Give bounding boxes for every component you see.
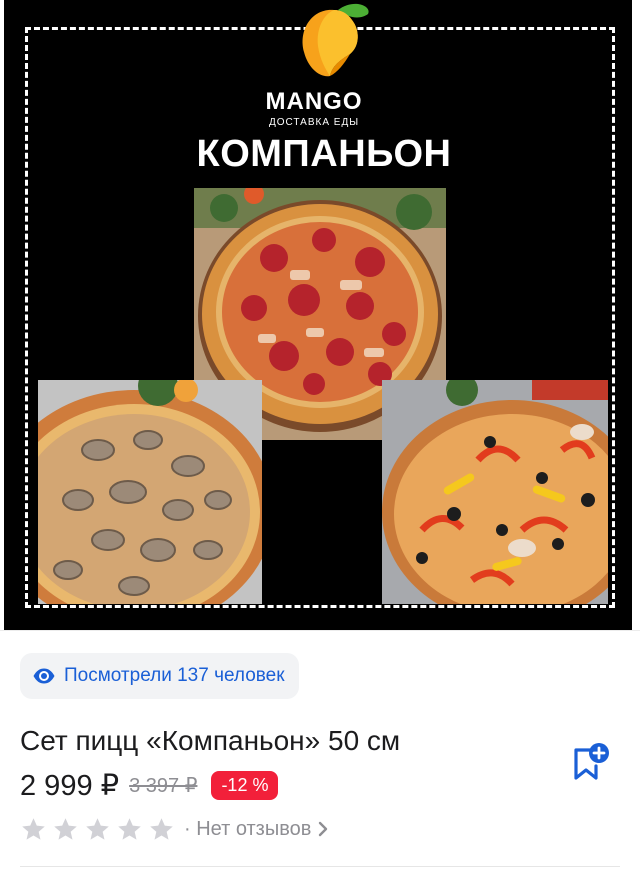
old-price: 3 397 ₽ bbox=[129, 775, 198, 797]
reviews-link[interactable]: · Нет отзывов bbox=[184, 818, 311, 841]
add-to-favorites-button[interactable] bbox=[566, 738, 614, 786]
current-price: 2 999 ₽ bbox=[20, 770, 120, 802]
bottom-divider bbox=[20, 866, 620, 867]
product-title: Сет пицц «Компаньон» 50 см bbox=[20, 725, 401, 756]
eye-icon bbox=[33, 668, 55, 684]
brand-subtitle: ДОСТАВКА ЕДЫ bbox=[268, 117, 360, 128]
brand-name: MANGO bbox=[265, 88, 363, 115]
product-image-gallery[interactable]: MANGO ДОСТАВКА ЕДЫ КОМПАНЬОН bbox=[0, 0, 640, 630]
price-row: 2 999 ₽ 3 397 ₽ -12 % bbox=[20, 768, 279, 803]
views-counter: Посмотрели 137 человек bbox=[20, 653, 299, 699]
rating-row[interactable]: · Нет отзывов bbox=[20, 814, 331, 844]
star-icon bbox=[118, 817, 141, 840]
views-text: Посмотрели 137 человек bbox=[64, 665, 285, 686]
star-icon bbox=[54, 817, 77, 840]
section-divider bbox=[0, 630, 640, 631]
bookmark-add-icon bbox=[574, 743, 609, 780]
star-icon bbox=[22, 817, 45, 840]
chevron-right-icon bbox=[319, 821, 328, 837]
star-icon bbox=[150, 817, 173, 840]
discount-badge: -12 % bbox=[211, 771, 279, 800]
star-icon bbox=[86, 817, 109, 840]
pizza-photo-capricciosa bbox=[382, 380, 608, 604]
promo-banner: MANGO ДОСТАВКА ЕДЫ КОМПАНЬОН bbox=[4, 0, 632, 630]
pizza-photo-mushroom bbox=[38, 380, 262, 604]
mango-logo-icon bbox=[294, 0, 374, 82]
set-title: КОМПАНЬОН bbox=[196, 133, 452, 175]
